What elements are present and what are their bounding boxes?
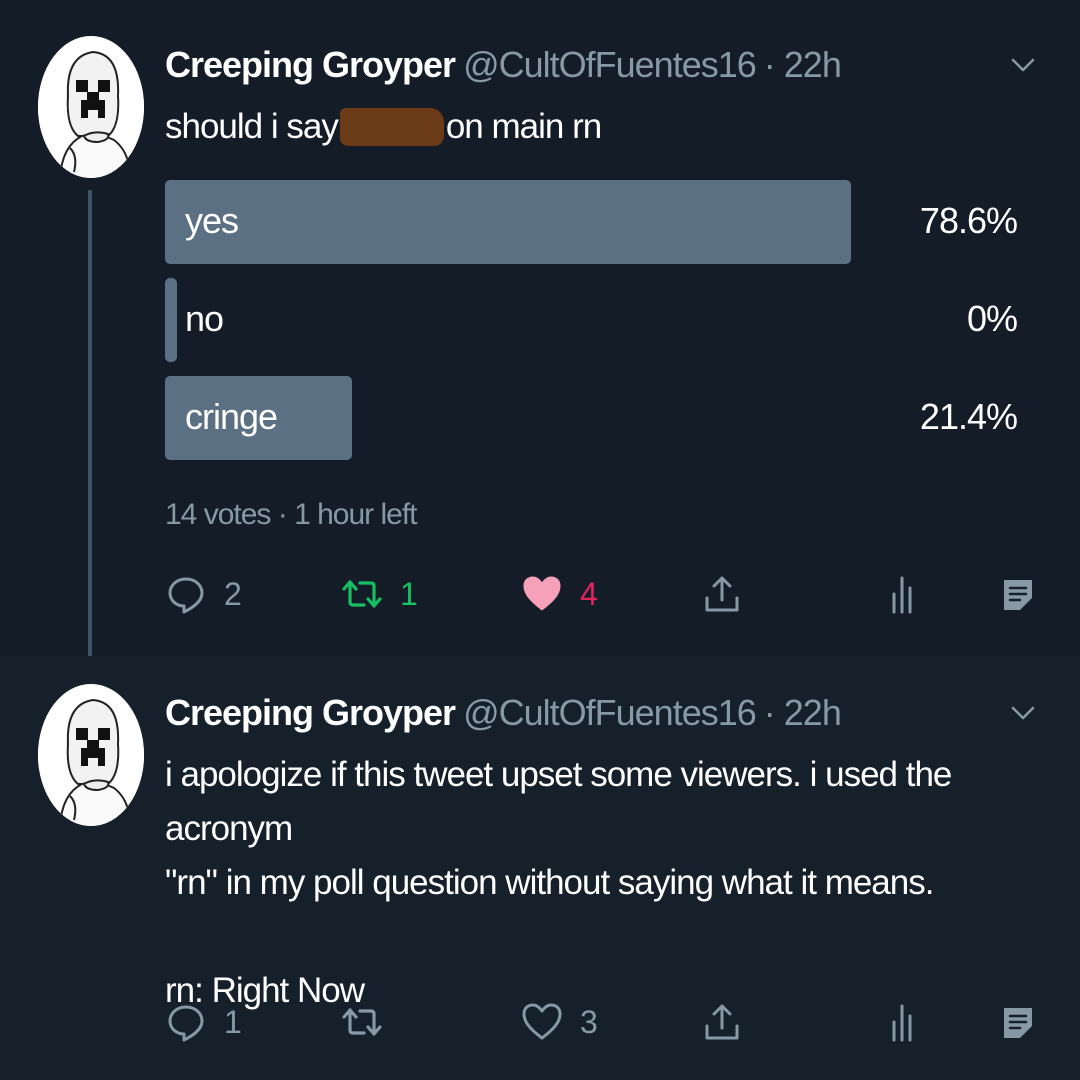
analytics-button[interactable]: [882, 574, 922, 614]
avatar[interactable]: [38, 684, 144, 826]
chevron-down-icon[interactable]: [1008, 698, 1038, 728]
tweet-text-blank-line: [165, 910, 1080, 964]
tweet-reply[interactable]: Creeping Groyper @CultOfFuentes16 · 22h i …: [0, 656, 1080, 1080]
tweet-header: Creeping Groyper @CultOfFuentes16 · 22h: [165, 692, 842, 734]
poll-option-label: cringe: [185, 396, 278, 437]
poll-option-cringe: cringe 21.4%: [165, 376, 1025, 460]
share-button[interactable]: [702, 1002, 742, 1042]
tweet-text-line: "rn" in my poll question without saying …: [165, 863, 934, 902]
tweet-timestamp[interactable]: · 22h: [764, 692, 842, 733]
author-handle[interactable]: @CultOfFuentes16: [463, 692, 757, 733]
tweet-text-line: i apologize if this tweet upset some vie…: [165, 755, 952, 848]
notes-button[interactable]: [998, 574, 1038, 614]
retweet-count: 1: [400, 575, 418, 612]
tweet-header: Creeping Groyper @CultOfFuentes16 · 22h: [165, 44, 842, 86]
reply-count: 2: [224, 575, 242, 612]
reply-button[interactable]: 1: [166, 1002, 242, 1042]
retweet-button[interactable]: [342, 1002, 400, 1042]
notes-icon: [1004, 1008, 1032, 1038]
retweet-icon: [342, 1008, 382, 1036]
poll-option-label: yes: [185, 200, 239, 241]
timeline: Creeping Groyper @CultOfFuentes16 · 22h sh…: [0, 0, 1080, 1080]
reply-count: 1: [224, 1003, 242, 1040]
retweet-icon: [342, 580, 382, 608]
poll-option-yes: yes 78.6%: [165, 180, 1025, 264]
poll-option-label: no: [185, 298, 224, 339]
tweet-actions: 2 1 4: [0, 574, 1080, 634]
tweet-text-after: on main rn: [445, 107, 602, 146]
avatar-creeper-image: [38, 684, 144, 826]
redaction-mark: [339, 108, 444, 146]
poll-option-percent: 0%: [966, 298, 1018, 339]
notes-icon: [1004, 580, 1032, 610]
tweet-actions: 1 3: [0, 1002, 1080, 1062]
share-button[interactable]: [702, 574, 742, 614]
tweet-text: should i say on main rn: [165, 100, 602, 154]
heart-icon: [522, 1003, 562, 1040]
poll-option-no: no 0%: [165, 278, 1025, 362]
author-name[interactable]: Creeping Groyper: [165, 692, 456, 733]
like-count: 3: [580, 1003, 598, 1040]
author-handle[interactable]: @CultOfFuentes16: [463, 44, 757, 85]
reply-button[interactable]: 2: [166, 574, 242, 614]
poll-option-percent: 78.6%: [919, 200, 1018, 241]
analytics-icon: [892, 576, 912, 614]
poll-bar: [165, 278, 177, 362]
analytics-icon: [892, 1004, 912, 1042]
like-count: 4: [580, 575, 598, 612]
reply-icon: [168, 1005, 204, 1042]
tweet-text: i apologize if this tweet upset some vie…: [165, 748, 1080, 1018]
poll-option-percent: 21.4%: [919, 396, 1018, 437]
avatar[interactable]: [38, 36, 144, 178]
tweet-text-before: should i say: [165, 107, 339, 146]
like-button[interactable]: 3: [522, 1002, 598, 1042]
reply-icon: [168, 577, 204, 614]
analytics-button[interactable]: [882, 1002, 922, 1042]
author-name[interactable]: Creeping Groyper: [165, 44, 456, 85]
chevron-down-icon[interactable]: [1008, 50, 1038, 80]
notes-button[interactable]: [998, 1002, 1038, 1042]
avatar-creeper-image: [38, 36, 144, 178]
poll-summary: 14 votes · 1 hour left: [165, 498, 417, 531]
retweet-button[interactable]: 1: [342, 574, 418, 614]
like-button[interactable]: 4: [522, 574, 598, 614]
share-icon: [705, 1004, 739, 1040]
share-icon: [705, 576, 739, 612]
poll-bar: [165, 180, 851, 264]
tweet-poll[interactable]: Creeping Groyper @CultOfFuentes16 · 22h sh…: [0, 0, 1080, 668]
tweet-timestamp[interactable]: · 22h: [764, 44, 842, 85]
heart-icon: [523, 576, 561, 611]
